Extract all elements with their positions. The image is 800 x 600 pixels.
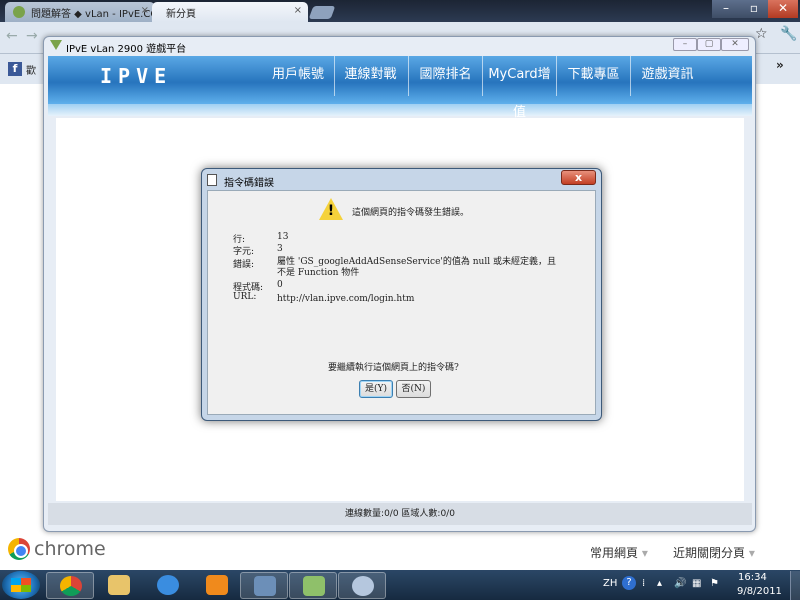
app-maximize-button[interactable]: ▢ bbox=[697, 38, 721, 51]
taskbar-ie-button[interactable] bbox=[144, 572, 192, 599]
nav-international-ranking[interactable]: 國際排名 bbox=[408, 56, 482, 96]
bookmark-star-icon[interactable]: ☆ bbox=[755, 26, 768, 42]
tab-close-icon[interactable]: × bbox=[294, 5, 302, 16]
action-center-icon[interactable]: ⚑ bbox=[710, 578, 719, 589]
ime-settings-icon[interactable]: ⁞ bbox=[642, 578, 645, 589]
app-status-bar: 連線數量:0/0 區域人數:0/0 bbox=[48, 503, 752, 525]
taskbar-media-player-button[interactable] bbox=[193, 572, 241, 599]
tab-label: 問題解答 ◆ vLan - IPvE.CO bbox=[31, 9, 155, 20]
error-value: 屬性 'GS_googleAddAdSenseService'的值為 null … bbox=[277, 257, 556, 278]
taskbar-paint-button[interactable] bbox=[338, 572, 386, 599]
ipve-logo[interactable]: IPVE bbox=[100, 64, 172, 88]
browser-tab-2[interactable]: 新分頁 × bbox=[152, 2, 308, 22]
network-icon[interactable]: ▦ bbox=[692, 578, 701, 589]
bookmark-overflow-chevron-icon[interactable]: » bbox=[776, 58, 784, 72]
most-visited-label: 常用網頁 bbox=[590, 546, 639, 560]
tab-close-icon[interactable]: × bbox=[141, 5, 149, 16]
nav-game-info[interactable]: 遊戲資訊 bbox=[630, 56, 704, 96]
yes-button[interactable]: 是(Y) bbox=[359, 380, 393, 398]
facebook-icon[interactable]: f bbox=[8, 62, 22, 76]
nav-downloads[interactable]: 下載專區 bbox=[556, 56, 630, 96]
bookmark-label[interactable]: 歡 bbox=[26, 62, 36, 77]
app-header-gradient bbox=[48, 104, 752, 116]
back-arrow-icon[interactable]: ← bbox=[6, 28, 18, 44]
volume-icon[interactable]: 🔊 bbox=[674, 578, 686, 589]
window-close-button[interactable]: ✕ bbox=[768, 0, 798, 18]
app-close-button[interactable]: ✕ bbox=[721, 38, 749, 51]
dialog-title: 指令碼錯誤 bbox=[224, 178, 274, 189]
taskbar-control-panel-button[interactable] bbox=[240, 572, 288, 599]
recently-closed-label: 近期關閉分頁 bbox=[673, 546, 746, 560]
nav-online-battle[interactable]: 連線對戰 bbox=[334, 56, 406, 96]
taskbar-explorer-button[interactable] bbox=[95, 572, 143, 599]
clock-time[interactable]: 16:34 bbox=[738, 572, 767, 583]
code-value: 0 bbox=[277, 280, 283, 290]
tab-favicon-icon bbox=[13, 6, 25, 18]
tab-label: 新分頁 bbox=[166, 9, 196, 20]
language-indicator[interactable]: ZH bbox=[603, 578, 617, 589]
media-player-icon bbox=[206, 575, 228, 595]
line-value: 13 bbox=[277, 232, 289, 242]
continue-question: 要繼續執行這個網頁上的指令碼? bbox=[328, 363, 459, 373]
nav-user-account[interactable]: 用戶帳號 bbox=[264, 56, 332, 96]
show-desktop-button[interactable] bbox=[790, 571, 800, 600]
forward-arrow-icon[interactable]: → bbox=[26, 28, 38, 44]
url-label: URL: bbox=[233, 292, 257, 302]
chevron-down-icon: ▾ bbox=[641, 546, 648, 560]
dialog-close-button[interactable]: x bbox=[561, 170, 596, 185]
most-visited-menu[interactable]: 常用網頁 ▾ bbox=[590, 544, 648, 561]
window-minimize-button[interactable]: – bbox=[712, 0, 740, 18]
paint-icon bbox=[352, 576, 374, 596]
control-panel-icon bbox=[254, 576, 276, 596]
url-value: http://vlan.ipve.com/login.htm bbox=[277, 294, 415, 304]
app-minimize-button[interactable]: – bbox=[673, 38, 697, 51]
char-label: 字元: bbox=[233, 247, 255, 257]
help-icon[interactable]: ? bbox=[622, 576, 636, 590]
ipve-icon bbox=[303, 576, 325, 596]
no-button[interactable]: 否(N) bbox=[396, 380, 431, 398]
window-maximize-button[interactable]: ▫ bbox=[740, 0, 768, 18]
nav-mycard-topup[interactable]: MyCard增值 bbox=[482, 56, 556, 120]
char-value: 3 bbox=[277, 244, 283, 254]
chrome-icon bbox=[60, 576, 82, 596]
taskbar-ipve-button[interactable] bbox=[289, 572, 337, 599]
show-hidden-icons-icon[interactable]: ▴ bbox=[657, 578, 662, 589]
chrome-wordmark: chrome bbox=[34, 538, 106, 560]
chrome-logo-icon bbox=[8, 538, 30, 560]
browser-tab-1[interactable]: 問題解答 ◆ vLan - IPvE.CO × bbox=[5, 2, 155, 22]
clock-date[interactable]: 9/8/2011 bbox=[737, 586, 782, 597]
error-label: 錯誤: bbox=[233, 260, 255, 270]
windows-logo-icon bbox=[11, 578, 31, 592]
wrench-menu-icon[interactable]: 🔧 bbox=[780, 26, 797, 42]
dialog-message: 這個網頁的指令碼發生錯誤。 bbox=[352, 208, 470, 218]
recently-closed-menu[interactable]: 近期關閉分頁 ▾ bbox=[673, 544, 755, 561]
document-icon bbox=[207, 174, 217, 186]
chevron-down-icon: ▾ bbox=[748, 546, 755, 560]
folder-icon bbox=[108, 575, 130, 595]
internet-explorer-icon bbox=[157, 575, 179, 595]
taskbar-chrome-button[interactable] bbox=[46, 572, 94, 599]
app-window-title: IPvE vLan 2900 遊戲平台 bbox=[66, 44, 187, 55]
